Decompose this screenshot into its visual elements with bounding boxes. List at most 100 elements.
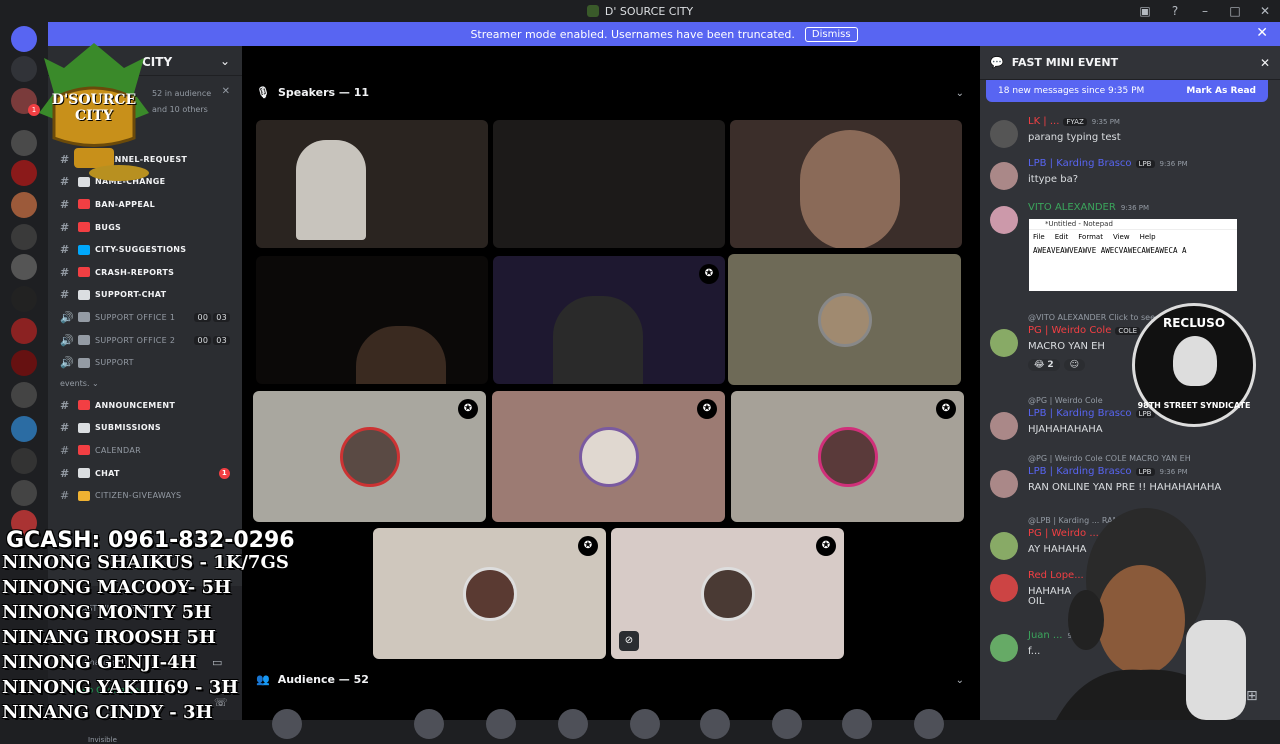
speaker-video-tile[interactable]: ✪ [493, 256, 725, 384]
avatar[interactable] [990, 206, 1018, 234]
server-icon-5[interactable] [11, 224, 37, 250]
reaction-bar: 😂 2 ☺ [1028, 359, 1086, 371]
speaker-avatar-tile[interactable]: ✪ ⊘ [611, 528, 844, 659]
reply-preview[interactable]: @PG | Weirdo Cole COLE MACRO YAN EH [1028, 454, 1191, 463]
chevron-down-icon[interactable]: ⌄ [956, 88, 964, 99]
channel-item[interactable]: # BAN-APPEAL [48, 193, 242, 216]
channel-item[interactable]: 🔊 SUPPORT [48, 351, 242, 374]
close-banner-icon[interactable]: ✕ [1256, 25, 1268, 41]
message-author[interactable]: LPB | Karding Brasco [1028, 466, 1132, 477]
server-icon-12[interactable] [11, 448, 37, 474]
audience-icon: 👥 [256, 673, 270, 686]
channel-item[interactable]: 🔊 SUPPORT OFFICE 1 00 03 [48, 306, 242, 329]
close-window-button[interactable]: ✕ [1250, 4, 1280, 18]
server-icon-11[interactable] [11, 416, 37, 442]
voice-counts: 00 03 [194, 335, 230, 345]
audience-avatar[interactable] [700, 709, 730, 739]
moderator-icon: ✪ [699, 264, 719, 284]
speaker-video-tile[interactable] [730, 120, 962, 248]
moderator-icon: ✪ [816, 536, 836, 556]
audience-avatar[interactable] [558, 709, 588, 739]
speaker-avatar-tile[interactable]: ✪ [253, 391, 486, 522]
chat-title: FAST MINI EVENT [1011, 56, 1119, 69]
chevron-down-icon[interactable]: ⌄ [956, 675, 964, 686]
channel-item[interactable]: # CITIZEN-GIVEAWAYS [48, 484, 242, 507]
help-icon[interactable]: ? [1160, 4, 1190, 18]
channel-item[interactable]: # CRASH-REPORTS [48, 261, 242, 284]
audience-avatar[interactable] [772, 709, 802, 739]
screen-share-icon[interactable]: ▭ [212, 656, 222, 669]
reaction-emoji[interactable]: 😂 2 [1028, 359, 1060, 371]
channel-item[interactable]: 🔊 SUPPORT OFFICE 2 00 03 [48, 329, 242, 352]
audience-avatar[interactable] [914, 709, 944, 739]
server-icon-13[interactable] [11, 480, 37, 506]
close-icon[interactable]: ✕ [222, 84, 230, 100]
channel-item[interactable]: # BUGS [48, 216, 242, 239]
server-icon-7[interactable] [11, 286, 37, 312]
speaker-avatar-tile[interactable]: ✪ [373, 528, 606, 659]
channel-emoji-icon [78, 468, 90, 479]
notepad-attachment[interactable]: *Untitled - Notepad File Edit Format View He… [1029, 219, 1237, 291]
speaker-avatar-tile[interactable]: ✪ [731, 391, 964, 522]
speaker-video-tile[interactable] [493, 120, 725, 248]
banner-button[interactable]: Dismiss [804, 26, 858, 42]
message-author[interactable]: LK | ... [1028, 116, 1059, 127]
message-author[interactable]: PG | Weirdo Cole [1028, 325, 1111, 336]
channel-emoji-icon [78, 335, 90, 346]
message-author[interactable]: LPB | Karding Brasco [1028, 408, 1132, 419]
minimize-button[interactable]: – [1190, 4, 1220, 18]
audience-header[interactable]: 👥 Audience — 52 [256, 673, 369, 686]
audience-avatar[interactable] [486, 709, 516, 739]
audience-avatar[interactable] [414, 709, 444, 739]
server-icon-9[interactable] [11, 350, 37, 376]
channel-item[interactable]: # CALENDAR [48, 439, 242, 462]
server-icon-8[interactable] [11, 318, 37, 344]
audience-avatar[interactable] [842, 709, 872, 739]
mention-badge: 1 [219, 467, 230, 479]
avatar[interactable] [990, 329, 1018, 357]
chevron-down-icon[interactable]: ⌄ [220, 54, 230, 68]
channel-item[interactable]: # SUBMISSIONS [48, 417, 242, 440]
new-messages-bar[interactable]: 18 new messages since 9:35 PM Mark As Re… [986, 80, 1268, 102]
avatar[interactable] [990, 162, 1018, 190]
message-text: ittype ba? [1028, 174, 1078, 185]
hashtag-icon: # [60, 265, 70, 279]
avatar[interactable] [990, 412, 1018, 440]
server-icon-6[interactable] [11, 254, 37, 280]
channel-item[interactable]: # ANNOUNCEMENT [48, 394, 242, 417]
speakers-header[interactable]: 🎙 Speakers — 11 [256, 86, 369, 99]
inbox-icon[interactable]: ▣ [1130, 4, 1160, 18]
channel-item[interactable]: # CHAT 1 [48, 462, 242, 485]
event-channel-list: # ANNOUNCEMENT # SUBMISSIONS # CALENDAR # CHAT 1… [48, 394, 242, 507]
channel-emoji-icon [78, 199, 90, 210]
server-icon-10[interactable] [11, 382, 37, 408]
message-author[interactable]: VITO ALEXANDER [1028, 202, 1116, 213]
category-events[interactable]: events. ⌄ [48, 374, 242, 394]
audience-avatar[interactable] [272, 709, 302, 739]
speaker-video-tile[interactable] [256, 120, 488, 248]
channel-item[interactable]: # CITY-SUGGESTIONS [48, 238, 242, 261]
avatar[interactable] [990, 470, 1018, 498]
speaker-video-tile[interactable] [256, 256, 488, 384]
apps-icon[interactable]: ⊞ [1246, 688, 1258, 704]
mark-as-read-button[interactable]: Mark As Read [1186, 86, 1256, 96]
audience-avatar[interactable] [630, 709, 660, 739]
category-label: events. [60, 379, 90, 389]
channel-item[interactable]: # SUPPORT-CHAT [48, 284, 242, 307]
speaker-icon: 🔊 [60, 333, 74, 347]
speaker-avatar-tile[interactable] [728, 254, 961, 385]
speaker-video-frame [356, 326, 446, 384]
avatar [578, 426, 639, 487]
speaker-avatar-tile[interactable]: ✪ [492, 391, 725, 522]
voice-count: 00 [194, 312, 212, 322]
hashtag-icon: # [60, 243, 70, 257]
add-reaction-icon[interactable]: ☺ [1063, 359, 1086, 371]
message-author[interactable]: LPB | Karding Brasco [1028, 158, 1132, 169]
avatar[interactable] [990, 120, 1018, 148]
server-icon-4[interactable] [11, 192, 37, 218]
channel-name: SUPPORT OFFICE 1 [95, 312, 176, 322]
maximize-button[interactable]: □ [1220, 4, 1250, 18]
close-chat-icon[interactable]: ✕ [1260, 56, 1270, 70]
notepad-body: AWEAVEAWVEAWVE AWECVAWECAWEAWECA A [1033, 246, 1187, 255]
reply-preview[interactable]: @PG | Weirdo Cole [1028, 396, 1103, 405]
